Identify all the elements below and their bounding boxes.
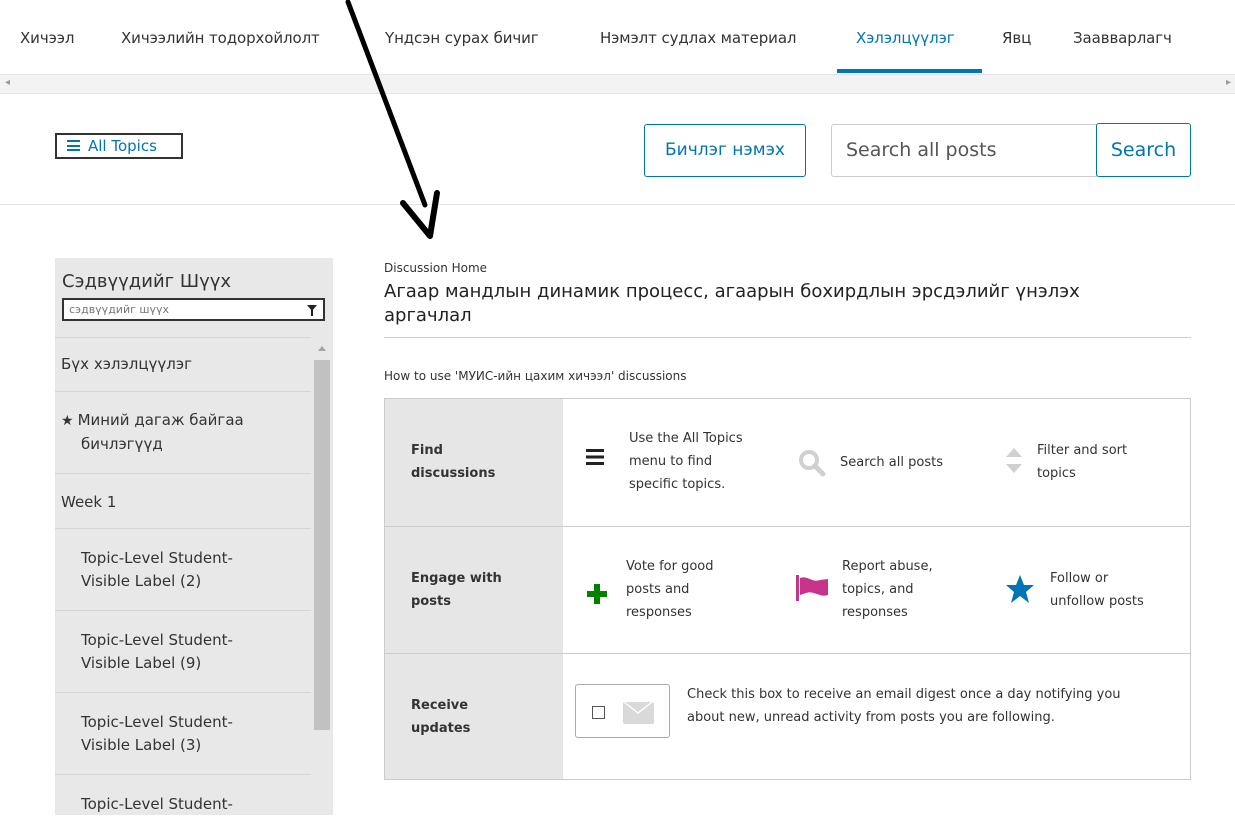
- menu-icon: [67, 140, 80, 151]
- filter-icon: [307, 305, 317, 316]
- envelope-icon: [623, 702, 654, 724]
- topic-filter-input[interactable]: сэдвүүдийг шүүх: [62, 298, 325, 321]
- guide-label-line: posts: [411, 594, 451, 609]
- guide-label-find: Find discussions: [385, 399, 563, 526]
- guide-row-receive: Receive updates Check this box to receiv…: [385, 653, 1190, 779]
- sidebar-item-following[interactable]: ★ Миний дагаж байгаа бичлэгүүд: [55, 391, 311, 473]
- guide-all-topics-text: Use the All Topics menu to find specific…: [629, 431, 743, 492]
- sidebar-item-label: Topic-Level Student-: [81, 631, 233, 649]
- howto-heading: How to use 'МУИС-ийн цахим хичээл' discu…: [384, 369, 687, 383]
- horizontal-scrollbar[interactable]: ◂ ▸: [0, 74, 1235, 94]
- tab-course[interactable]: Хичээл: [20, 29, 74, 47]
- all-topics-button[interactable]: All Topics: [55, 133, 183, 159]
- filter-placeholder: сэдвүүдийг шүүх: [69, 303, 169, 316]
- guide-label-line: updates: [411, 721, 471, 736]
- guide-label-line: discussions: [411, 466, 496, 481]
- guide-row-engage: Engage with posts Vote for good posts an…: [385, 526, 1190, 653]
- scroll-right-icon[interactable]: ▸: [1226, 77, 1231, 88]
- guide-label-engage: Engage with posts: [385, 527, 563, 653]
- tab-additional-material[interactable]: Нэмэлт судлах материал: [600, 29, 797, 47]
- scrollbar-thumb[interactable]: [314, 360, 330, 730]
- sidebar-item-label: Visible Label (3): [81, 736, 202, 754]
- sidebar-item-all-discussions[interactable]: Бүх хэлэлцүүлэг: [55, 337, 311, 391]
- sidebar-item-label: бичлэгүүд: [81, 435, 163, 453]
- menu-icon: [586, 449, 604, 465]
- sidebar-item-topic[interactable]: Topic-Level Student- Visible Label (3): [55, 692, 311, 774]
- filter-title: Сэдвүүдийг Шүүх: [62, 271, 232, 292]
- page-title-line: Агаар мандлын динамик процесс, агаарын б…: [384, 281, 1080, 302]
- sidebar-item-topic[interactable]: Topic-Level Student-: [55, 774, 311, 834]
- topic-list: Бүх хэлэлцүүлэг ★ Миний дагаж байгаа бичл…: [55, 337, 311, 834]
- sidebar-item-week-1[interactable]: Week 1: [55, 473, 311, 528]
- email-digest-checkbox[interactable]: [592, 706, 605, 719]
- sidebar-item-label: Visible Label (9): [81, 654, 202, 672]
- guide-follow-text: Follow or unfollow posts: [1050, 571, 1144, 609]
- star-icon: ★: [61, 413, 74, 429]
- add-post-button[interactable]: Бичлэг нэмэх: [644, 124, 806, 177]
- sidebar-item-label: Миний дагаж байгаа: [77, 411, 244, 429]
- sidebar-item-label: Visible Label (2): [81, 572, 202, 590]
- search-input[interactable]: Search all posts: [831, 124, 1097, 177]
- search-button[interactable]: Search: [1096, 123, 1191, 177]
- guide-digest-text: Check this box to receive an email diges…: [687, 687, 1121, 725]
- email-digest-toggle[interactable]: [575, 684, 670, 738]
- sidebar-item-label: Week 1: [61, 493, 117, 511]
- course-tabs: Хичээл Хичээлийн тодорхойлолт Үндсэн сур…: [0, 0, 1235, 74]
- flag-icon: [796, 575, 828, 601]
- sort-icon: [1006, 448, 1022, 473]
- page-title-line: аргачлал: [384, 305, 472, 326]
- plus-icon: [587, 584, 607, 604]
- star-icon: [1006, 575, 1034, 603]
- tab-instructor[interactable]: Заавварлагч: [1073, 29, 1172, 47]
- guide-vote-text: Vote for good posts and responses: [626, 559, 714, 620]
- topic-sidebar: Сэдвүүдийг Шүүх сэдвүүдийг шүүх Бүх хэлэ…: [55, 258, 333, 815]
- tab-discussion[interactable]: Хэлэлцүүлэг: [856, 29, 955, 47]
- sidebar-item-label: Topic-Level Student-: [81, 713, 233, 731]
- scroll-up-icon[interactable]: [318, 346, 326, 351]
- scroll-left-icon[interactable]: ◂: [5, 77, 10, 88]
- guide-label-line: Receive: [411, 698, 469, 713]
- sidebar-item-topic[interactable]: Topic-Level Student- Visible Label (9): [55, 610, 311, 692]
- sidebar-item-topic[interactable]: Topic-Level Student- Visible Label (2): [55, 528, 311, 610]
- guide-row-find: Find discussions Use the All Topics menu…: [385, 399, 1190, 526]
- guide-label-receive: Receive updates: [385, 654, 563, 779]
- discussion-guide: Find discussions Use the All Topics menu…: [384, 398, 1191, 780]
- guide-filter-text: Filter and sort topics: [1037, 443, 1128, 481]
- sidebar-item-label: Topic-Level Student-: [81, 795, 233, 813]
- guide-label-line: Find: [411, 443, 443, 458]
- guide-label-line: Engage with: [411, 571, 502, 586]
- tab-course-description[interactable]: Хичээлийн тодорхойлолт: [121, 29, 320, 47]
- all-topics-label: All Topics: [88, 137, 157, 155]
- tab-main-textbook[interactable]: Үндсэн сурах бичиг: [385, 29, 539, 47]
- sidebar-item-label: Topic-Level Student-: [81, 549, 233, 567]
- tab-progress[interactable]: Явц: [1002, 29, 1031, 47]
- active-tab-underline: [837, 69, 982, 73]
- sidebar-scrollbar[interactable]: [312, 338, 333, 815]
- search-icon: [799, 450, 826, 477]
- guide-report-text: Report abuse, topics, and responses: [842, 559, 933, 620]
- breadcrumb[interactable]: Discussion Home: [384, 261, 487, 275]
- guide-search-text: Search all posts: [840, 455, 943, 470]
- page-title: Агаар мандлын динамик процесс, агаарын б…: [384, 280, 1184, 328]
- discussion-toolbar: All Topics Бичлэг нэмэх Search all posts…: [0, 95, 1235, 205]
- sidebar-item-label: Бүх хэлэлцүүлэг: [61, 355, 192, 373]
- divider: [384, 337, 1191, 338]
